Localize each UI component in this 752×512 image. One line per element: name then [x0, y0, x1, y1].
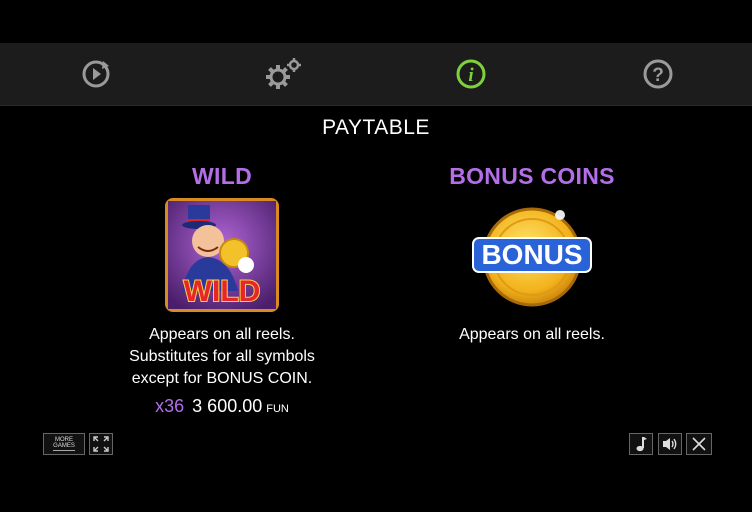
- wild-description-line-2: Substitutes for all symbols: [129, 348, 315, 365]
- bonus-image-text: BONUS: [481, 239, 582, 270]
- info-button[interactable]: i: [454, 57, 488, 91]
- wild-description-line-1: Appears on all reels.: [149, 326, 295, 343]
- more-games-button[interactable]: MORE GAMES: [43, 433, 85, 455]
- fullscreen-button[interactable]: [89, 433, 113, 455]
- wild-symbol-image: WILD: [165, 198, 279, 312]
- top-toolbar: i ?: [0, 43, 752, 106]
- more-games-label-2: GAMES: [53, 443, 75, 449]
- bonus-coin-image: BONUS: [471, 198, 593, 312]
- info-icon: i: [456, 59, 486, 89]
- svg-text:i: i: [468, 65, 474, 86]
- wild-image-text: WILD: [184, 275, 261, 308]
- bonus-description: Appears on all reels.: [382, 324, 682, 346]
- replay-icon: [82, 60, 110, 88]
- bonus-symbol-name: BONUS COINS: [449, 163, 615, 189]
- wild-symbol-name: WILD: [192, 163, 252, 189]
- music-toggle-button[interactable]: [629, 433, 653, 455]
- settings-icon: [266, 58, 301, 89]
- close-button[interactable]: [686, 433, 712, 455]
- close-icon: [692, 437, 706, 451]
- help-button[interactable]: ?: [641, 57, 675, 91]
- wild-payout: x36 3 600.00 FUN: [72, 396, 372, 417]
- speaker-icon: [663, 438, 677, 450]
- bonus-description-line-1: Appears on all reels.: [459, 326, 605, 343]
- bonus-symbol-panel: BONUS COINS BONUS Appears on all reels.: [382, 163, 682, 346]
- wild-symbol-panel: WILD WILD Appears on all reels. Substitu…: [72, 163, 372, 417]
- wild-currency: FUN: [266, 403, 289, 415]
- settings-button[interactable]: [264, 57, 301, 91]
- wild-description: Appears on all reels. Substitutes for al…: [72, 324, 372, 390]
- page-title: PAYTABLE: [322, 116, 430, 139]
- help-icon: ?: [643, 59, 673, 89]
- wild-amount: 3 600.00: [192, 396, 263, 416]
- more-games-underline: [53, 450, 75, 451]
- fullscreen-icon: [93, 436, 109, 452]
- svg-text:?: ?: [652, 65, 664, 86]
- music-note-icon: [636, 437, 647, 452]
- wild-multiplier: x36: [155, 396, 185, 416]
- replay-button[interactable]: [79, 57, 113, 91]
- wild-description-line-3: except for BONUS COIN.: [131, 370, 313, 387]
- sound-toggle-button[interactable]: [658, 433, 682, 455]
